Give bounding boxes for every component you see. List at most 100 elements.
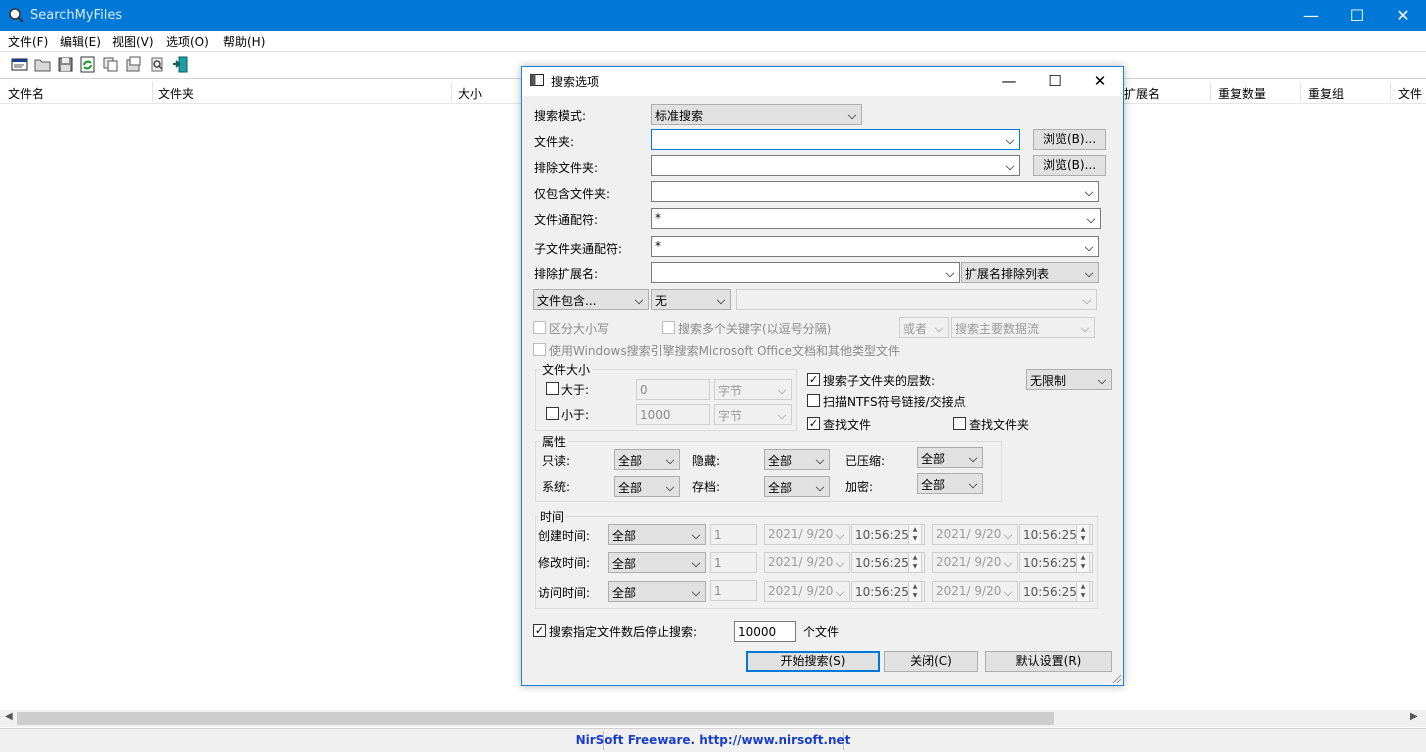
search-mode-label: 搜索模式: (534, 109, 587, 123)
browse-exclude-button[interactable]: 浏览(B)... (1033, 155, 1106, 176)
main-stream-select[interactable]: 搜索主要数据流 (951, 317, 1095, 338)
folder-combo[interactable] (651, 129, 1020, 150)
archive-select[interactable]: 全部 (764, 476, 830, 497)
larger-than-input[interactable]: 0 (636, 379, 710, 400)
column-folder[interactable]: 文件夹 (158, 85, 194, 102)
column-separator[interactable] (1390, 82, 1391, 102)
column-file-more[interactable]: 文件 (1398, 85, 1422, 102)
spinner-icon[interactable]: ▲ ▼ (908, 552, 922, 573)
contains-mode-select[interactable]: 无 (651, 289, 731, 310)
dialog-minimize-button[interactable]: — (986, 67, 1032, 96)
find-files-checkbox[interactable]: ✓ (807, 417, 820, 430)
open-folder-icon[interactable] (34, 56, 51, 73)
close-button[interactable]: ✕ (1380, 0, 1426, 31)
exit-icon[interactable] (172, 56, 189, 73)
dialog-maximize-button[interactable]: ☐ (1032, 67, 1078, 96)
find-files-label: 查找文件 (823, 418, 872, 432)
column-extension[interactable]: 扩展名 (1124, 85, 1160, 102)
column-separator[interactable] (451, 82, 452, 102)
start-search-button[interactable]: 开始搜索(S) (746, 651, 880, 672)
copy-icon[interactable] (102, 56, 119, 73)
column-filename[interactable]: 文件名 (8, 85, 44, 102)
exclude-folder-combo[interactable] (651, 155, 1020, 176)
html-report-icon[interactable] (125, 56, 142, 73)
menu-edit[interactable]: 编辑(E) (60, 33, 101, 50)
spinner-icon[interactable]: ▲ ▼ (1076, 552, 1090, 573)
include-only-combo[interactable] (651, 181, 1099, 202)
created-time-select[interactable]: 全部 (608, 524, 706, 545)
close-dialog-button[interactable]: 关闭(C) (884, 651, 978, 672)
depth-select[interactable]: 无限制 (1026, 369, 1112, 390)
created-num-input[interactable]: 1 (710, 524, 757, 545)
find-folders-checkbox[interactable] (953, 417, 966, 430)
column-separator[interactable] (1210, 82, 1211, 102)
status-link[interactable]: NirSoft Freeware. http://www.nirsoft.net (0, 733, 1426, 747)
exclude-ext-combo[interactable] (651, 262, 960, 283)
contains-text-combo[interactable] (736, 289, 1097, 310)
column-duplicate-group[interactable]: 重复组 (1308, 85, 1344, 102)
windows-search-checkbox[interactable] (533, 343, 546, 356)
menu-help[interactable]: 帮助(H) (223, 33, 265, 50)
subfolder-wildcard-combo[interactable]: * (651, 236, 1099, 257)
menu-file[interactable]: 文件(F) (8, 33, 48, 50)
created-from-date[interactable]: 2021/ 9/20 (764, 524, 850, 545)
modified-from-date[interactable]: 2021/ 9/20 (764, 552, 850, 573)
spinner-icon[interactable]: ▲ ▼ (1076, 581, 1090, 602)
default-settings-button[interactable]: 默认设置(R) (985, 651, 1112, 672)
properties-icon[interactable] (11, 56, 28, 73)
save-icon[interactable] (57, 56, 74, 73)
case-sensitive-label: 区分大小写 (549, 322, 610, 336)
archive-label: 存档: (692, 480, 721, 494)
readonly-select[interactable]: 全部 (614, 449, 680, 470)
menu-view[interactable]: 视图(V) (112, 33, 154, 50)
dialog-close-button[interactable]: ✕ (1077, 67, 1123, 96)
stop-after-checkbox[interactable]: ✓ (533, 624, 546, 637)
ext-exclude-list-select[interactable]: 扩展名排除列表 (961, 262, 1099, 283)
larger-unit-select[interactable]: 字节 (714, 379, 792, 400)
maximize-button[interactable]: ☐ (1334, 0, 1380, 31)
accessed-time-select[interactable]: 全部 (608, 581, 706, 602)
minimize-button[interactable]: — (1288, 0, 1334, 31)
scroll-right-icon[interactable]: ▶ (1410, 711, 1418, 722)
modified-time-select[interactable]: 全部 (608, 552, 706, 573)
accessed-to-date[interactable]: 2021/ 9/20 (932, 581, 1018, 602)
spinner-icon[interactable]: ▲ ▼ (908, 524, 922, 545)
compressed-select[interactable]: 全部 (917, 447, 983, 468)
created-to-date[interactable]: 2021/ 9/20 (932, 524, 1018, 545)
or-select[interactable]: 或者 (899, 317, 949, 338)
multi-keywords-checkbox[interactable] (662, 321, 675, 334)
column-size[interactable]: 大小 (458, 85, 482, 102)
wildcard-combo[interactable]: * (651, 208, 1101, 229)
encrypted-select[interactable]: 全部 (917, 473, 983, 494)
stop-after-input[interactable]: 10000 (734, 621, 796, 642)
exclude-ext-label: 排除扩展名: (534, 267, 599, 281)
modified-to-date[interactable]: 2021/ 9/20 (932, 552, 1018, 573)
search-options-icon[interactable] (149, 56, 166, 73)
spinner-icon[interactable]: ▲ ▼ (1076, 524, 1090, 545)
scrollbar-thumb[interactable] (17, 712, 1054, 725)
chevron-down-icon (835, 530, 845, 540)
file-contains-select[interactable]: 文件包含... (533, 289, 649, 310)
column-separator[interactable] (1300, 82, 1301, 102)
ntfs-links-checkbox[interactable] (807, 394, 820, 407)
spinner-icon[interactable]: ▲ ▼ (908, 581, 922, 602)
scroll-left-icon[interactable]: ◀ (5, 711, 13, 722)
larger-than-checkbox[interactable] (546, 382, 559, 395)
search-mode-select[interactable]: 标准搜索 (651, 104, 862, 125)
resize-grip-icon[interactable] (1110, 672, 1122, 684)
smaller-than-checkbox[interactable] (546, 407, 559, 420)
system-select[interactable]: 全部 (614, 476, 680, 497)
column-duplicate-count[interactable]: 重复数量 (1218, 85, 1266, 102)
hidden-select[interactable]: 全部 (764, 449, 830, 470)
column-separator[interactable] (152, 82, 153, 102)
menu-options[interactable]: 选项(O) (166, 33, 209, 50)
subfolder-depth-checkbox[interactable]: ✓ (807, 373, 820, 386)
smaller-than-input[interactable]: 1000 (636, 404, 710, 425)
browse-folder-button[interactable]: 浏览(B)... (1033, 129, 1106, 150)
case-sensitive-checkbox[interactable] (533, 321, 546, 334)
modified-num-input[interactable]: 1 (710, 552, 757, 573)
accessed-from-date[interactable]: 2021/ 9/20 (764, 581, 850, 602)
refresh-icon[interactable] (79, 56, 96, 73)
smaller-unit-select[interactable]: 字节 (714, 404, 792, 425)
accessed-num-input[interactable]: 1 (710, 580, 757, 601)
